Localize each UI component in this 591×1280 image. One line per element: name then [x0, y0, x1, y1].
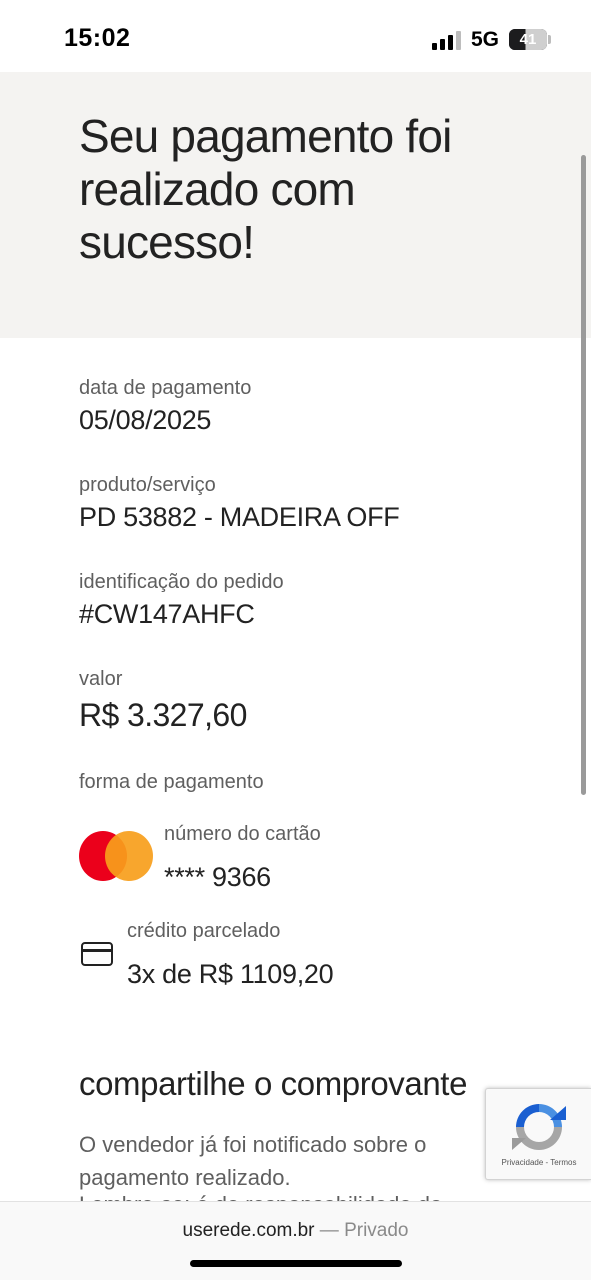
- installment-label: crédito parcelado: [127, 920, 281, 942]
- payment-method-label: forma de pagamento: [79, 771, 264, 793]
- network-type: 5G: [471, 28, 500, 51]
- cellular-signal-icon: [432, 30, 462, 50]
- amount-label: valor: [79, 668, 123, 690]
- mastercard-icon: [79, 831, 153, 881]
- recaptcha-logo-icon: [512, 1104, 566, 1150]
- status-bar: 15:02 5G 41: [0, 0, 591, 72]
- battery-icon: 41: [509, 29, 547, 50]
- battery-level: 41: [519, 31, 537, 48]
- order-id-label: identificação do pedido: [79, 571, 284, 593]
- share-description: O vendedor já foi notificado sobre o pag…: [79, 1132, 427, 1190]
- home-indicator[interactable]: [190, 1260, 402, 1267]
- private-mode-label: — Privado: [319, 1220, 409, 1241]
- installment-value: 3x de R$ 1109,20: [127, 959, 334, 989]
- page-scrollbar[interactable]: [581, 155, 586, 795]
- recaptcha-badge[interactable]: Privacidade - Termos: [485, 1088, 591, 1180]
- browser-address-bar[interactable]: userede.com.br — Privado: [0, 1201, 591, 1280]
- order-id-value: #CW147AHFC: [79, 599, 255, 629]
- amount-value: R$ 3.327,60: [79, 697, 247, 733]
- url-domain[interactable]: userede.com.br: [183, 1220, 315, 1241]
- success-header: Seu pagamento foi realizado com sucesso!: [0, 72, 591, 338]
- product-value: PD 53882 - MADEIRA OFF: [79, 502, 400, 532]
- credit-card-icon: [81, 942, 113, 966]
- recaptcha-links[interactable]: Privacidade - Termos: [486, 1158, 591, 1167]
- status-time: 15:02: [64, 24, 131, 52]
- product-label: produto/serviço: [79, 474, 216, 496]
- share-section-title: compartilhe o comprovante: [79, 1065, 468, 1102]
- battery-tip: [548, 35, 551, 44]
- payment-date-label: data de pagamento: [79, 377, 252, 399]
- card-number-label: número do cartão: [164, 823, 321, 845]
- page-title: Seu pagamento foi realizado com sucesso!: [79, 110, 452, 268]
- payment-date-value: 05/08/2025: [79, 405, 212, 435]
- card-number-value: **** 9366: [164, 862, 271, 892]
- url-display[interactable]: userede.com.br — Privado: [0, 1220, 591, 1242]
